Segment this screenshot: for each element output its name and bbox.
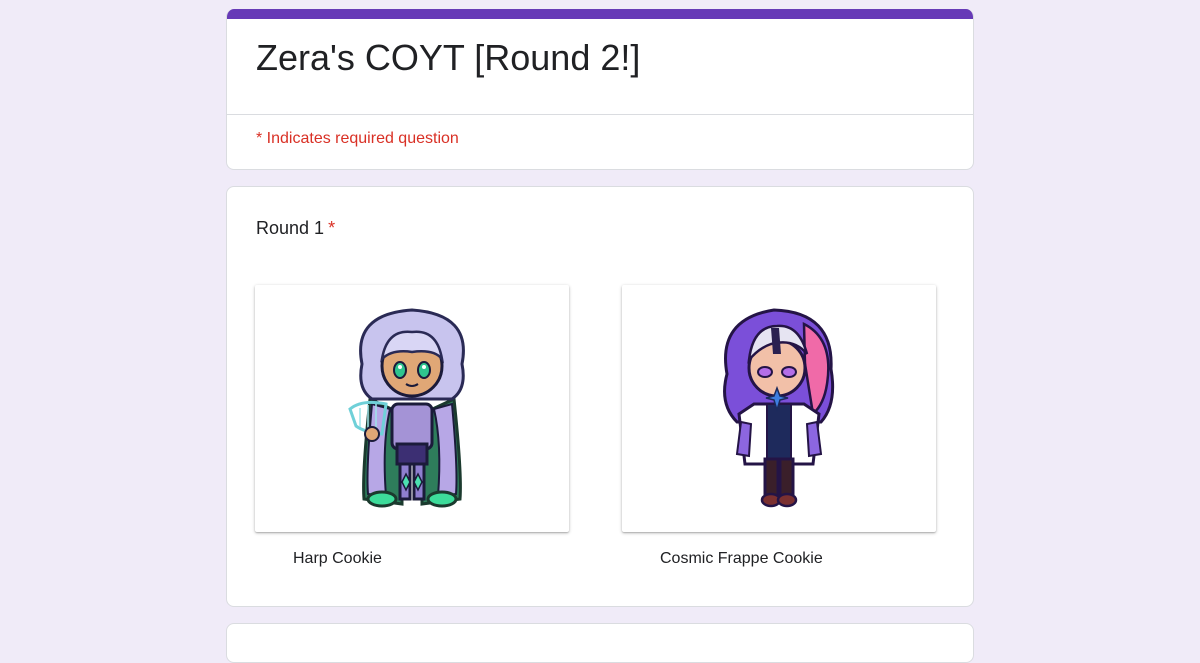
header-divider (227, 114, 973, 115)
option-label[interactable]: Harp Cookie (293, 550, 382, 568)
cosmic-frappe-cookie-image[interactable] (622, 285, 936, 532)
cosmic-frappe-cookie-illustration (723, 307, 835, 507)
form-title: Zera's COYT [Round 2!] (256, 37, 641, 78)
required-asterisk: * (328, 218, 336, 238)
harp-cookie-image[interactable] (255, 285, 569, 532)
required-question-note: * Indicates required question (256, 130, 459, 147)
question-title-text: Round 1 (256, 218, 325, 238)
question-title: Round 1 * (256, 218, 335, 239)
next-question-card (226, 623, 974, 663)
harp-cookie-illustration (348, 307, 465, 507)
form-header-card: Zera's COYT [Round 2!] * Indicates requi… (226, 9, 974, 170)
image-option-harp-cookie[interactable]: Harp Cookie (255, 285, 569, 567)
question-card: Round 1 * Harp Cookie Cosmic Frappe Cook… (226, 186, 974, 607)
image-option-cosmic-frappe-cookie[interactable]: Cosmic Frappe Cookie (622, 285, 936, 567)
option-label[interactable]: Cosmic Frappe Cookie (660, 550, 823, 568)
form-accent-bar (227, 9, 973, 19)
